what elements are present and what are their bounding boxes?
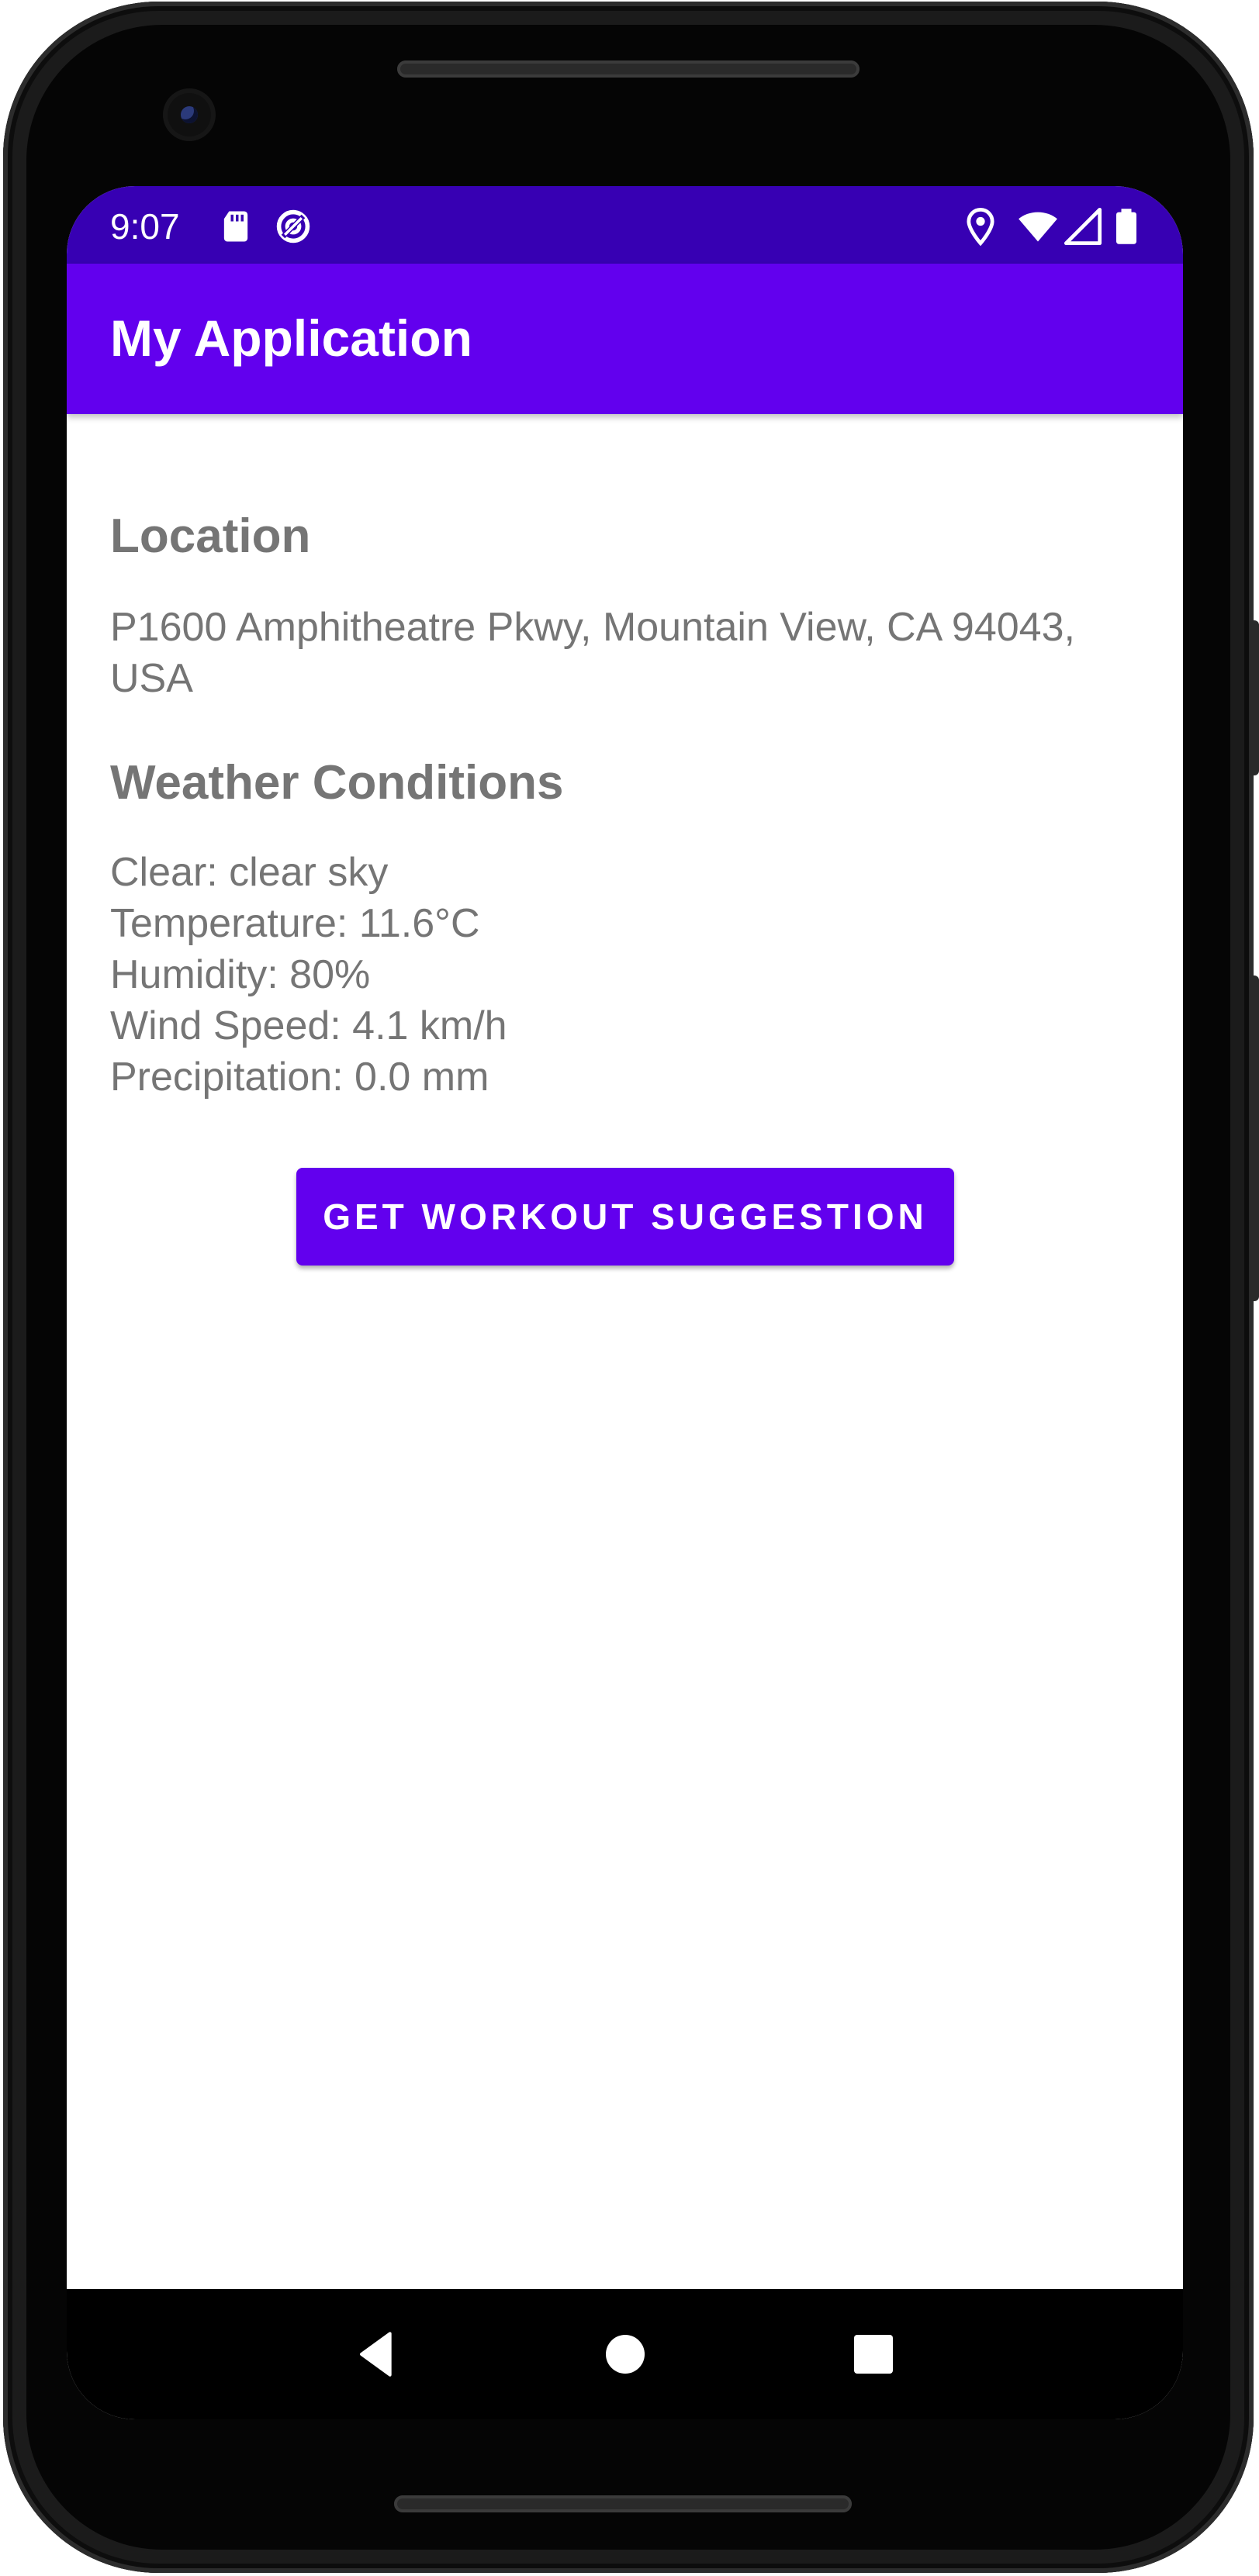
bottom-speaker [394, 2495, 852, 2512]
app-bar: My Application [67, 264, 1183, 414]
home-icon[interactable] [594, 2323, 656, 2385]
get-workout-suggestion-button[interactable]: GET WORKOUT SUGGESTION [296, 1168, 954, 1266]
sd-card-icon [223, 211, 248, 242]
weather-condition: Clear: clear sky [110, 850, 389, 895]
power-button [1249, 620, 1259, 775]
location-icon [967, 207, 994, 247]
wifi-icon [1019, 212, 1057, 242]
weather-precipitation: Precipitation: 0.0 mm [110, 1055, 489, 1100]
location-address: P1600 Amphitheatre Pkwy, Mountain View, … [110, 605, 1075, 701]
status-bar: 9:07 [67, 186, 1183, 264]
weather-humidity: Humidity: 80% [110, 952, 371, 997]
weather-wind-speed: Wind Speed: 4.1 km/h [110, 1003, 507, 1048]
back-icon[interactable] [346, 2323, 408, 2385]
app-title: My Application [110, 309, 472, 367]
battery-icon [1116, 209, 1136, 244]
earpiece-speaker [397, 60, 860, 78]
recents-icon[interactable] [842, 2323, 904, 2385]
cell-signal-icon [1064, 207, 1102, 246]
device-screen: 9:07 My Application Location P1600 Amphi… [67, 186, 1183, 2419]
weather-details: Clear: clear sky Temperature: 11.6°C Hum… [110, 847, 507, 1103]
status-time: 9:07 [110, 206, 180, 247]
volume-button [1249, 975, 1259, 1301]
location-heading: Location [110, 509, 311, 563]
front-camera [168, 93, 211, 136]
navigation-bar [67, 2289, 1183, 2419]
weather-heading: Weather Conditions [110, 756, 564, 810]
sync-icon [276, 209, 310, 243]
weather-temperature: Temperature: 11.6°C [110, 901, 480, 946]
